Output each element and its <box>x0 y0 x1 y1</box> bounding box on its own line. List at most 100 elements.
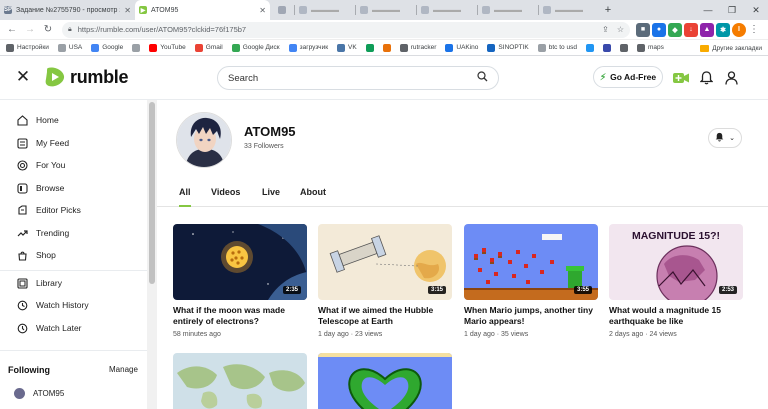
video-title[interactable]: When Mario jumps, another tiny Mario app… <box>464 305 598 327</box>
tab-all[interactable]: All <box>179 187 191 207</box>
share-icon[interactable]: ⇪ <box>602 25 609 34</box>
tab-live[interactable]: Live <box>262 187 280 197</box>
bookmark-item[interactable] <box>132 43 143 52</box>
bookmark-item[interactable]: VK <box>337 43 357 52</box>
other-bookmarks[interactable]: Другие закладки <box>700 40 762 55</box>
sidebar-item-browse[interactable]: Browse <box>16 179 64 197</box>
video-thumbnail[interactable]: 3:15 <box>318 224 452 300</box>
new-tab-button[interactable]: + <box>599 0 617 20</box>
search-icon[interactable] <box>477 71 488 85</box>
bookmark-item[interactable] <box>619 43 631 52</box>
notification-settings-button[interactable]: ⌄ <box>708 128 742 148</box>
forward-icon[interactable]: → <box>22 22 38 38</box>
sidebar-item-watch-later[interactable]: Watch Later <box>16 319 82 337</box>
close-tab-icon[interactable]: ✕ <box>124 6 131 15</box>
bookmark-item[interactable]: Настройки <box>6 43 49 52</box>
video-title[interactable]: What if the moon was made entirely of el… <box>173 305 307 327</box>
browser-tab[interactable]: ▬▬▬▬ <box>417 0 477 20</box>
menu-kebab-icon[interactable]: ⋮ <box>746 22 762 38</box>
back-icon[interactable]: ← <box>4 22 20 38</box>
bookmark-star-icon[interactable]: ☆ <box>617 25 624 34</box>
bookmark-item[interactable]: Gmail <box>194 43 223 52</box>
rumble-logo[interactable]: rumble <box>44 65 129 89</box>
tab-about[interactable]: About <box>300 187 326 197</box>
bookmark-item[interactable]: загрузчик <box>288 43 328 52</box>
bookmark-item[interactable] <box>365 43 377 52</box>
browser-tab[interactable]: ▬▬▬▬ <box>295 0 355 20</box>
sidebar-item-home[interactable]: Home <box>16 111 59 129</box>
browser-tab[interactable]: ▬▬▬▬ <box>478 0 538 20</box>
sidebar-item-watch-history[interactable]: Watch History <box>16 296 89 314</box>
video-card[interactable]: 2:35 What if the moon was made entirely … <box>173 224 307 338</box>
url-field[interactable]: 🔒︎ https://rumble.com/user/ATOM95?clckid… <box>62 21 630 38</box>
view-count: 23 <box>354 331 363 338</box>
close-tab-icon[interactable]: ✕ <box>259 6 266 15</box>
bookmark-item[interactable]: rutracker <box>399 43 436 52</box>
close-menu-icon[interactable]: ✕ <box>14 67 32 86</box>
sidebar-item-editor-picks[interactable]: Editor Picks <box>16 201 81 219</box>
browser-tab[interactable]: SP Задание №2755790 - просмотр з ✕ <box>0 0 135 20</box>
sidebar-item-trending[interactable]: Trending <box>16 224 69 242</box>
sidebar-item-label: Watch Later <box>36 323 82 333</box>
bookmark-item[interactable]: SINOPTIK <box>487 43 529 52</box>
sidebar-item-library[interactable]: Library <box>16 274 62 292</box>
video-card[interactable]: 3:15 What if we aimed the Hubble Telesco… <box>318 224 452 338</box>
video-thumbnail[interactable]: 2:35 <box>173 224 307 300</box>
sidebar-item-for-you[interactable]: For You <box>16 156 65 174</box>
sidebar-scrollbar[interactable] <box>147 100 157 409</box>
extension-icon[interactable]: ▲ <box>700 22 714 37</box>
video-card[interactable]: 3:55 When Mario jumps, another tiny Mari… <box>464 224 598 338</box>
sidebar-item-shop[interactable]: Shop <box>16 246 56 264</box>
video-thumbnail[interactable] <box>173 353 307 409</box>
bookmark-item[interactable]: maps <box>636 43 664 52</box>
extension-icon[interactable]: ● <box>652 22 666 37</box>
bookmark-item[interactable]: Google <box>91 43 123 52</box>
profile-avatar[interactable]: I <box>732 22 746 37</box>
bookmark-item[interactable] <box>382 43 394 52</box>
bookmark-item[interactable]: UAKino <box>445 43 478 52</box>
search-input[interactable]: Search <box>217 66 499 90</box>
notifications-icon[interactable] <box>697 69 715 87</box>
browser-tab-active[interactable]: ▶ ATOM95 ✕ <box>135 0 270 20</box>
subscription-item[interactable]: ATOM95 <box>14 388 64 399</box>
bookmark-item[interactable]: btc to usd <box>537 43 577 52</box>
bookmark-item[interactable]: YouTube <box>149 43 186 52</box>
minimize-icon[interactable]: — <box>696 0 720 20</box>
channel-main: ATOM95 33 Followers ⌄ All Videos Live Ab… <box>157 100 768 409</box>
extension-icon[interactable]: ◆ <box>668 22 682 37</box>
tab-videos[interactable]: Videos <box>211 187 240 197</box>
browser-tab[interactable]: ▬▬▬▬ <box>539 0 599 20</box>
maximize-icon[interactable]: ❐ <box>720 0 744 20</box>
upload-video-icon[interactable] <box>672 69 690 87</box>
browser-tab[interactable] <box>270 0 294 20</box>
browse-icon <box>16 182 28 194</box>
video-card[interactable] <box>318 353 452 409</box>
reload-icon[interactable]: ↻ <box>40 22 56 38</box>
video-card[interactable]: MAGNITUDE 15?! 2:53 What would a magnitu… <box>609 224 743 338</box>
sidebar-item-label: Editor Picks <box>36 205 81 215</box>
video-card[interactable] <box>173 353 307 409</box>
video-thumbnail[interactable]: MAGNITUDE 15?! 2:53 <box>609 224 743 300</box>
bookmark-item[interactable]: USA <box>57 43 82 52</box>
video-title[interactable]: What would a magnitude 15 earthquake be … <box>609 305 743 327</box>
sidebar-item-label: Watch History <box>36 300 89 310</box>
puzzle-icon[interactable]: ✱ <box>716 22 730 37</box>
bookmark-item[interactable] <box>602 43 614 52</box>
video-thumbnail[interactable]: 3:55 <box>464 224 598 300</box>
user-profile-icon[interactable] <box>722 69 740 87</box>
bookmark-icon <box>365 43 374 52</box>
extension-icon[interactable]: ↓ <box>684 22 698 37</box>
bookmark-item[interactable] <box>585 43 597 52</box>
manage-link[interactable]: Manage <box>109 365 138 374</box>
scrollbar-thumb[interactable] <box>149 102 155 284</box>
bookmark-item[interactable]: Google Диск <box>231 43 280 52</box>
extension-icon[interactable]: ■ <box>636 22 650 37</box>
channel-avatar[interactable] <box>176 112 232 168</box>
sidebar-item-my-feed[interactable]: My Feed <box>16 134 69 152</box>
bookmark-label: YouTube <box>160 44 186 51</box>
browser-tab[interactable]: ▬▬▬▬ <box>356 0 416 20</box>
close-window-icon[interactable]: ✕ <box>744 0 768 20</box>
video-thumbnail[interactable] <box>318 353 452 409</box>
go-ad-free-button[interactable]: ⚡︎ Go Ad-Free <box>593 66 663 88</box>
video-title[interactable]: What if we aimed the Hubble Telescope at… <box>318 305 452 327</box>
